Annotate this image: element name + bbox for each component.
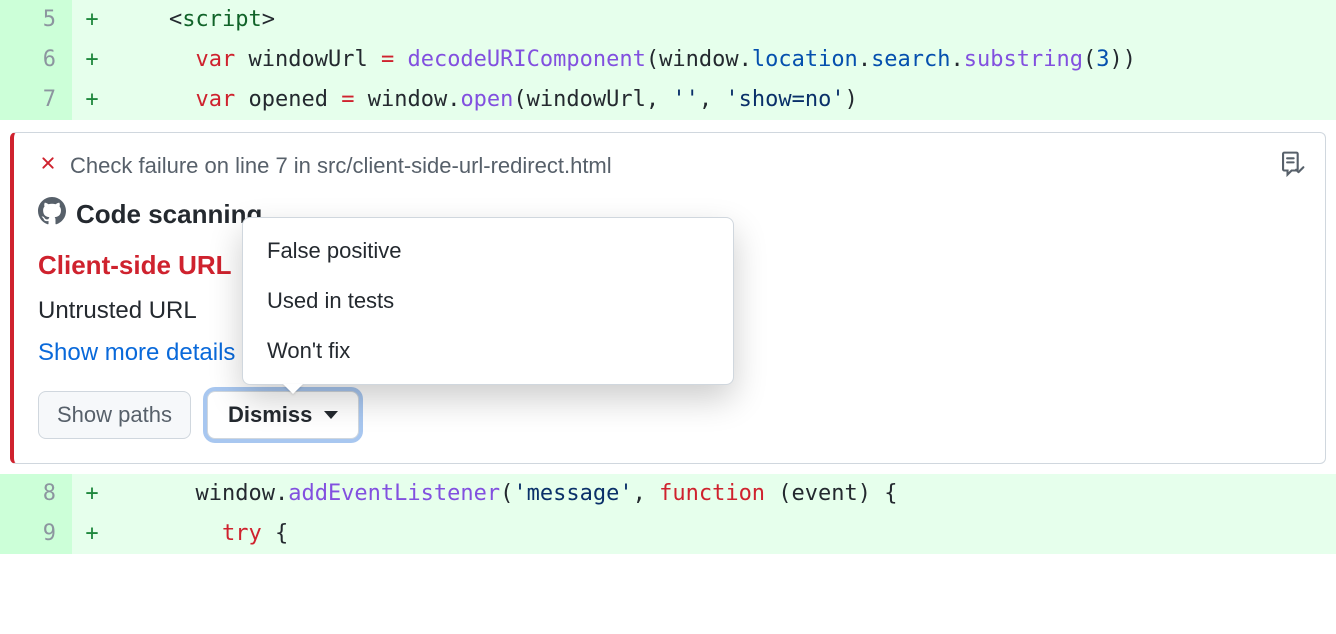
dismiss-dropdown: False positive Used in tests Won't fix: [242, 217, 734, 385]
line-number[interactable]: 9: [0, 514, 72, 554]
line-number[interactable]: 6: [0, 40, 72, 80]
dismiss-option-wont-fix[interactable]: Won't fix: [243, 326, 733, 376]
diff-plus-marker: +: [72, 514, 112, 554]
dismiss-button[interactable]: Dismiss: [207, 391, 359, 439]
dismiss-option-false-positive[interactable]: False positive: [243, 226, 733, 276]
diff-plus-marker: +: [72, 40, 112, 80]
caret-down-icon: [324, 411, 338, 419]
code-line: 8+ window.addEventListener('message', fu…: [0, 474, 1336, 514]
code-content: var opened = window.open(windowUrl, '', …: [112, 80, 1336, 120]
alert-header: Check failure on line 7 in src/client-si…: [38, 153, 1301, 179]
dismiss-option-used-in-tests[interactable]: Used in tests: [243, 276, 733, 326]
code-line: 5+ <script>: [0, 0, 1336, 40]
diff-plus-marker: +: [72, 0, 112, 40]
code-line: 7+ var opened = window.open(windowUrl, '…: [0, 80, 1336, 120]
dismiss-label: Dismiss: [228, 402, 312, 428]
code-content: window.addEventListener('message', funct…: [112, 474, 1336, 514]
code-content: <script>: [112, 0, 1336, 40]
diff-plus-marker: +: [72, 80, 112, 120]
line-number[interactable]: 8: [0, 474, 72, 514]
github-icon: [38, 197, 66, 232]
code-content: try {: [112, 514, 1336, 554]
checklist-icon[interactable]: [1279, 151, 1305, 182]
code-content: var windowUrl = decodeURIComponent(windo…: [112, 40, 1336, 80]
line-number[interactable]: 7: [0, 80, 72, 120]
failure-text: Check failure on line 7 in src/client-si…: [70, 153, 612, 179]
code-line: 9+ try {: [0, 514, 1336, 554]
code-scanning-alert: Check failure on line 7 in src/client-si…: [10, 132, 1326, 464]
scanning-label: Code scanning: [76, 199, 262, 230]
diff-plus-marker: +: [72, 474, 112, 514]
line-number[interactable]: 5: [0, 0, 72, 40]
failure-x-icon: [38, 153, 58, 179]
show-paths-button[interactable]: Show paths: [38, 391, 191, 439]
code-line: 6+ var windowUrl = decodeURIComponent(wi…: [0, 40, 1336, 80]
